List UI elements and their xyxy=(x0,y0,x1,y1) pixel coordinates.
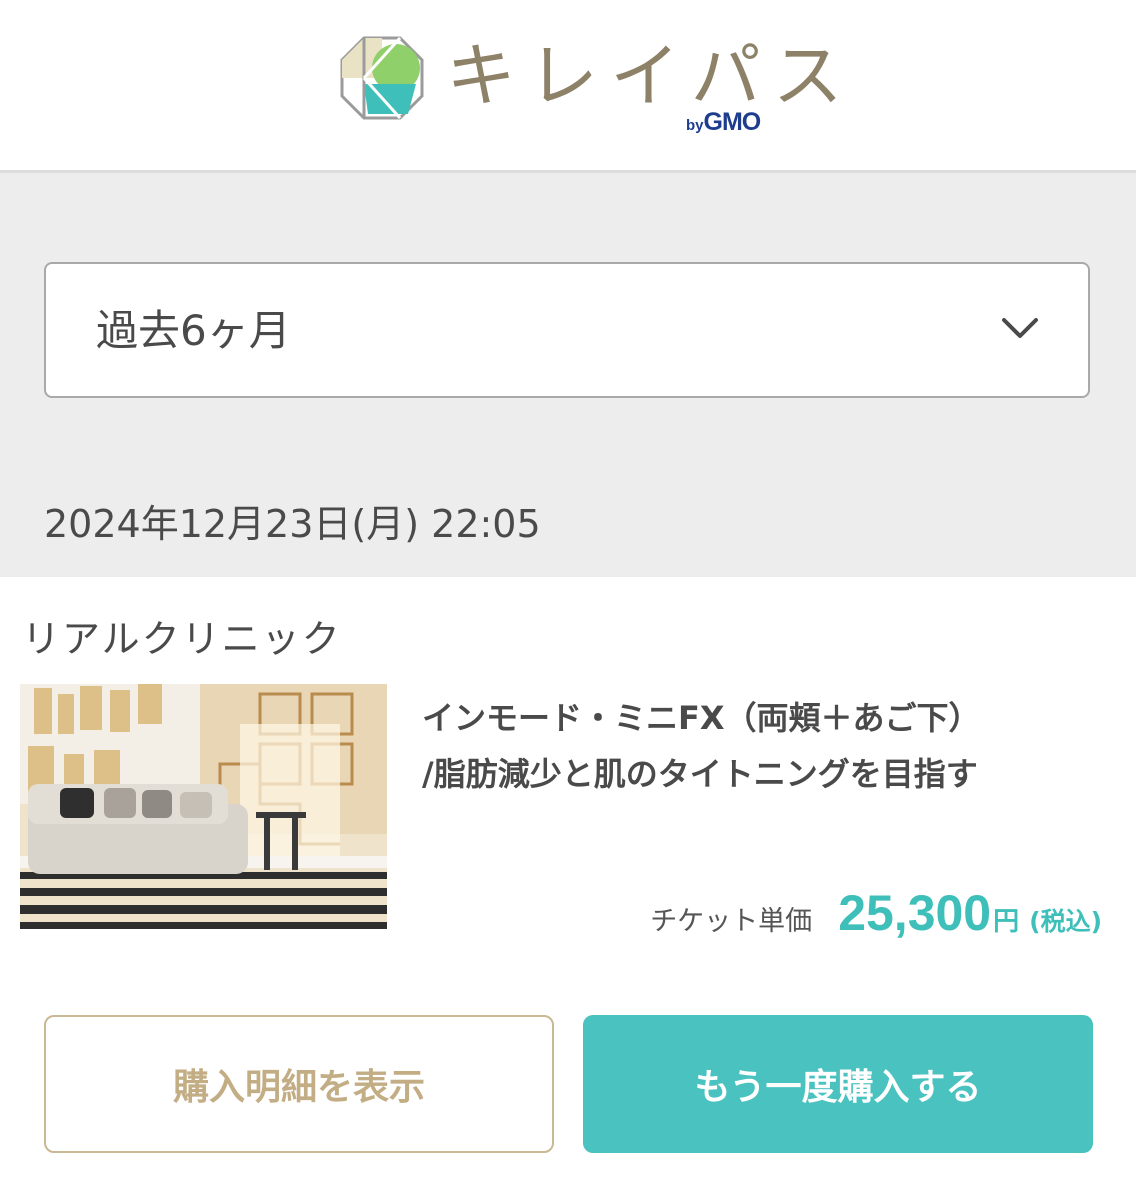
period-select-value: 過去6ヶ月 xyxy=(96,306,291,355)
menu-title-line1: インモード・ミニFX（両頬＋あご下） xyxy=(422,699,981,737)
logo-byline: byGMO xyxy=(686,108,762,137)
kireipass-logo-icon xyxy=(340,36,424,120)
menu-title-line2: /脂肪減少と肌のタイトニングを目指す xyxy=(422,755,978,793)
price-label: チケット単価 xyxy=(650,906,813,937)
app-header: キレイパス byGMO xyxy=(0,0,1136,170)
order-datetime: 2024年12月23日(月) 22:05 xyxy=(44,502,541,546)
menu-title[interactable]: インモード・ミニFX（両頬＋あご下） /脂肪減少と肌のタイトニングを目指す xyxy=(422,690,1112,802)
price-value: 25,300 xyxy=(838,885,992,941)
logo-by-text: by xyxy=(686,117,704,134)
logo-gmo-text: GMO xyxy=(703,108,762,136)
clinic-name[interactable]: リアルクリニック xyxy=(22,614,342,664)
clinic-thumbnail[interactable] xyxy=(20,684,387,929)
ticket-price: チケット単価 25,300 円 (税込) xyxy=(650,884,1102,942)
price-unit: 円 xyxy=(993,907,1020,937)
price-tax-note: (税込) xyxy=(1029,907,1102,936)
period-select[interactable]: 過去6ヶ月 xyxy=(44,262,1090,398)
view-purchase-details-button[interactable]: 購入明細を表示 xyxy=(44,1015,554,1153)
logo-wordmark: キレイパス xyxy=(446,35,855,117)
purchase-again-button[interactable]: もう一度購入する xyxy=(583,1015,1093,1153)
chevron-down-icon xyxy=(1002,318,1038,338)
